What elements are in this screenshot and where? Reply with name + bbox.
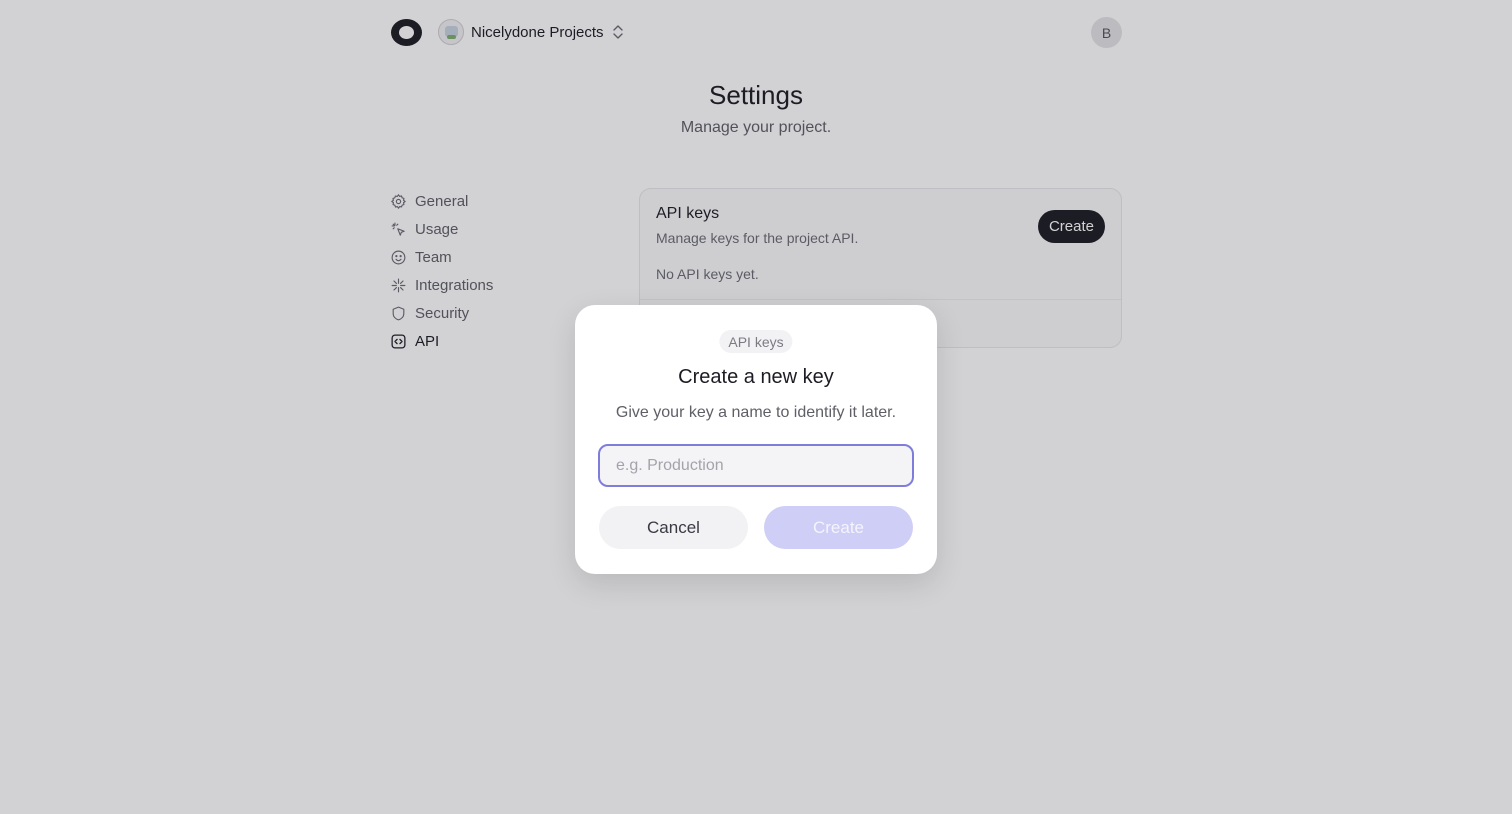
create-button[interactable]: Create bbox=[764, 506, 913, 549]
dialog-badge: API keys bbox=[719, 330, 793, 353]
dialog-description: Give your key a name to identify it late… bbox=[615, 404, 897, 421]
dialog-title: Create a new key bbox=[678, 366, 834, 388]
create-key-dialog: API keys Create a new key Give your key … bbox=[575, 305, 937, 574]
key-name-input[interactable] bbox=[598, 444, 914, 487]
settings-page: Nicelydone Projects B Settings Manage yo… bbox=[0, 0, 1512, 814]
cancel-button[interactable]: Cancel bbox=[599, 506, 748, 549]
